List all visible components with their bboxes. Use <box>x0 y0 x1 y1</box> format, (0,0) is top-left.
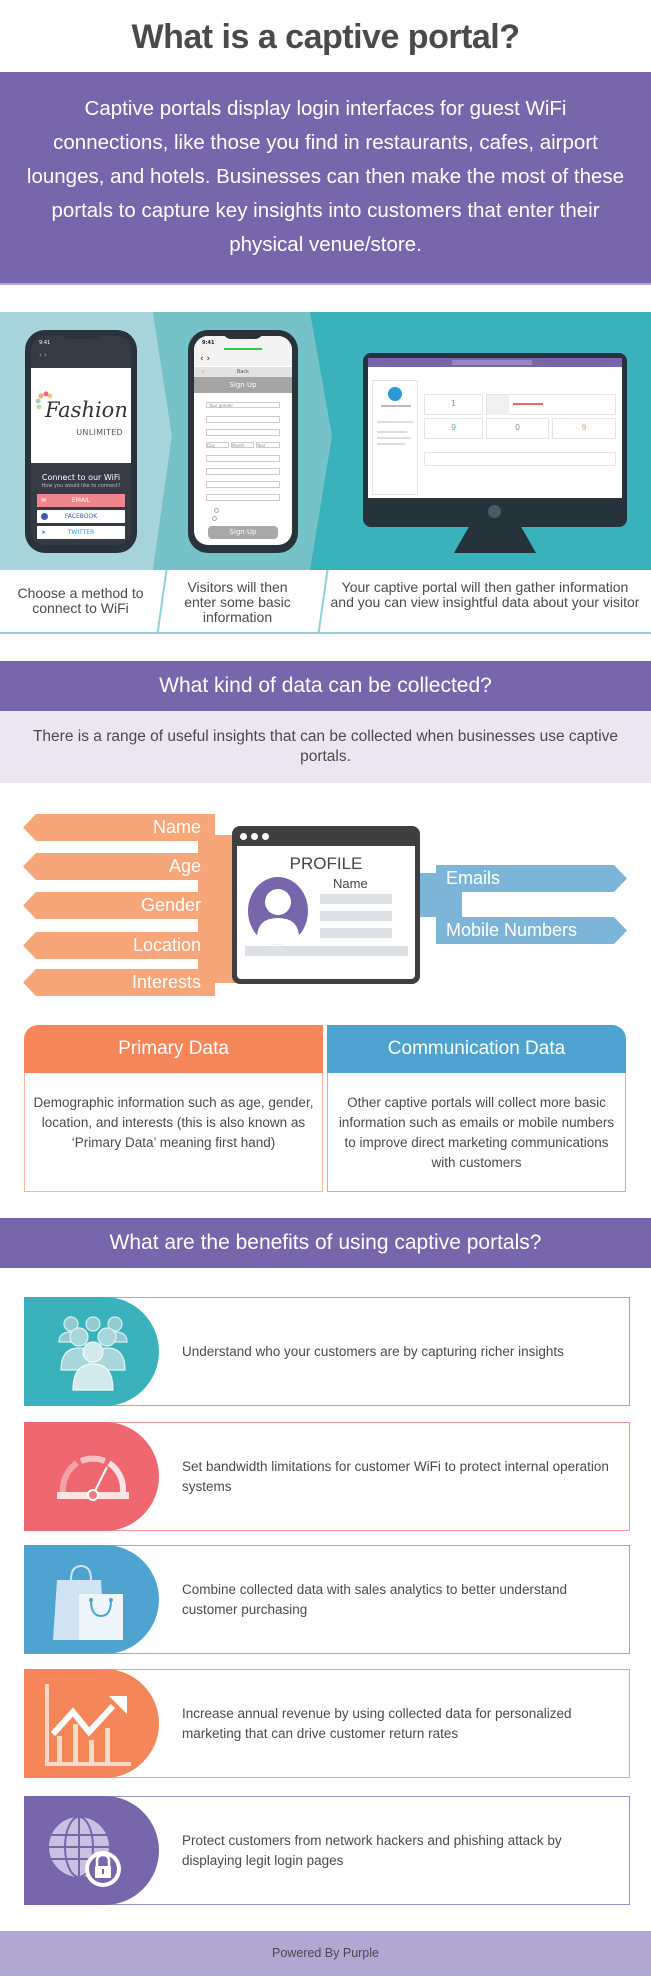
facebook-login-button[interactable]: FACEBOOK <box>37 510 125 523</box>
phone-signup-form: 9:41 ‹ › ‹ Back Sign Up Your gender Day M… <box>188 330 298 553</box>
primary-data-card: Primary Data Demographic information suc… <box>24 1025 323 1192</box>
customers-group-icon <box>58 1316 128 1391</box>
tag-mobile-numbers: Mobile Numbers <box>436 917 627 944</box>
tag-location: Location <box>23 932 215 959</box>
password-input[interactable] <box>206 494 280 501</box>
intro-text: Captive portals display login interfaces… <box>26 97 625 256</box>
speedometer-icon <box>57 1455 129 1501</box>
step-1-caption: Choose a method to connect to WiFi <box>17 585 144 616</box>
form-title: Sign Up <box>194 377 292 393</box>
primary-data-text: Demographic information such as age, gen… <box>33 1095 314 1150</box>
browser-nav-icon: ‹ › <box>200 354 211 364</box>
connect-heading: Connect to our WiFi <box>41 473 121 482</box>
user-avatar-icon <box>248 877 308 945</box>
map-thumbnail <box>487 395 509 415</box>
shopping-bags-icon <box>53 1564 123 1640</box>
gender-select[interactable]: Your gender <box>206 402 280 408</box>
last-location-card <box>486 394 616 415</box>
tag-interests: Interests <box>23 969 215 996</box>
data-section-heading: What kind of data can be collected? <box>0 661 651 711</box>
mail-icon: ✉ <box>41 497 47 504</box>
step-3-caption: Your captive portal will then gather inf… <box>330 579 640 610</box>
window-dot-icon <box>262 833 269 840</box>
visitor-profile-panel <box>372 380 418 495</box>
benefit-item: Set bandwidth limitations for customer W… <box>24 1422 630 1531</box>
profile-window: PROFILE Name <box>232 826 420 984</box>
year-select[interactable]: Year <box>256 442 280 448</box>
benefit-item: Understand who your customers are by cap… <box>24 1297 630 1406</box>
footer: Powered By Purple <box>0 1931 651 1976</box>
growth-chart-icon <box>45 1684 131 1766</box>
phone-input[interactable] <box>206 455 280 462</box>
benefit-item: Combine collected data with sales analyt… <box>24 1545 630 1654</box>
benefit-text: Combine collected data with sales analyt… <box>182 1581 567 1617</box>
last-name-input[interactable] <box>206 429 280 436</box>
step-2-caption: Visitors will then enter some basic info… <box>184 579 291 625</box>
month-select[interactable]: Month <box>231 442 254 448</box>
stat-card-devices: 9 <box>424 418 483 439</box>
benefit-item: Protect customers from network hackers a… <box>24 1796 630 1905</box>
brand-logo-area: Fashion UNLIMITED <box>31 368 131 463</box>
stat-card-visits: 1 <box>424 394 483 415</box>
facebook-icon <box>41 513 48 520</box>
twitter-icon: ➤ <box>41 529 47 536</box>
monitor-button <box>488 505 501 518</box>
data-section-subtext-band: There is a range of useful insights that… <box>0 711 651 783</box>
tag-gender: Gender <box>23 892 215 919</box>
benefit-text: Understand who your customers are by cap… <box>182 1343 564 1359</box>
data-section-subtext: There is a range of useful insights that… <box>32 728 619 765</box>
page-title: What is a captive portal? <box>131 18 520 56</box>
tag-age: Age <box>23 853 215 880</box>
dashboard-search[interactable] <box>452 360 532 365</box>
globe-lock-icon <box>49 1816 121 1887</box>
window-dot-icon <box>240 833 247 840</box>
marketing-checkbox[interactable] <box>212 516 217 521</box>
url-bar <box>224 348 262 350</box>
phone-time: 9:41 <box>202 340 215 346</box>
brand-name: Fashion <box>45 398 128 422</box>
communication-data-title: Communication Data <box>327 1025 626 1073</box>
stat-card-sessions: 9 <box>552 418 616 439</box>
day-select[interactable]: Day <box>206 442 229 448</box>
tag-name: Name <box>23 814 215 841</box>
back-bar[interactable]: ‹ Back <box>194 367 292 377</box>
monitor-stand <box>454 527 536 553</box>
terms-checkbox[interactable] <box>214 508 219 513</box>
twitter-login-button[interactable]: ➤ TWITTER <box>37 526 125 539</box>
signup-button[interactable]: Sign Up <box>208 526 278 539</box>
monitor-dashboard: 1 9 0 9 <box>363 353 627 527</box>
browser-nav-icon: ‹ › <box>39 351 47 359</box>
communication-data-card: Communication Data Other captive portals… <box>327 1025 626 1192</box>
intro-band: Captive portals display login interfaces… <box>0 72 651 285</box>
benefit-text: Set bandwidth limitations for customer W… <box>182 1458 609 1494</box>
visitor-avatar <box>388 387 402 401</box>
profile-name-label: Name <box>333 876 368 891</box>
communication-data-text: Other captive portals will collect more … <box>338 1095 615 1170</box>
step-captions: Choose a method to connect to WiFi Visit… <box>0 570 651 634</box>
connect-subheading: How you would like to connect? <box>41 483 121 489</box>
email-login-button[interactable]: ✉ EMAIL <box>37 494 125 507</box>
postcode-input[interactable] <box>206 468 280 475</box>
benefits-section-heading: What are the benefits of using captive p… <box>0 1218 651 1268</box>
benefit-item: Increase annual revenue by using collect… <box>24 1669 630 1778</box>
profile-title: PROFILE <box>289 854 363 873</box>
primary-data-title: Primary Data <box>24 1025 323 1073</box>
email-input[interactable] <box>206 481 280 488</box>
benefit-text: Increase annual revenue by using collect… <box>182 1705 572 1741</box>
steps-illustration: 9:41 ‹ › Fashion UNLIMITED Connect to ou… <box>0 312 651 570</box>
back-arrow-icon: ‹ <box>202 369 204 375</box>
benefit-text: Protect customers from network hackers a… <box>182 1832 562 1868</box>
first-name-input[interactable] <box>206 416 280 423</box>
dashboard-topbar <box>368 358 622 367</box>
phone-time: 9:41 <box>39 340 51 346</box>
window-dot-icon <box>251 833 258 840</box>
stat-card-messages: 0 <box>486 418 549 439</box>
visitor-notes-panel <box>424 452 616 466</box>
tag-emails: Emails <box>436 865 627 892</box>
brand-subtitle: UNLIMITED <box>76 428 123 437</box>
phone-wifi-options: 9:41 ‹ › Fashion UNLIMITED Connect to ou… <box>25 330 137 553</box>
